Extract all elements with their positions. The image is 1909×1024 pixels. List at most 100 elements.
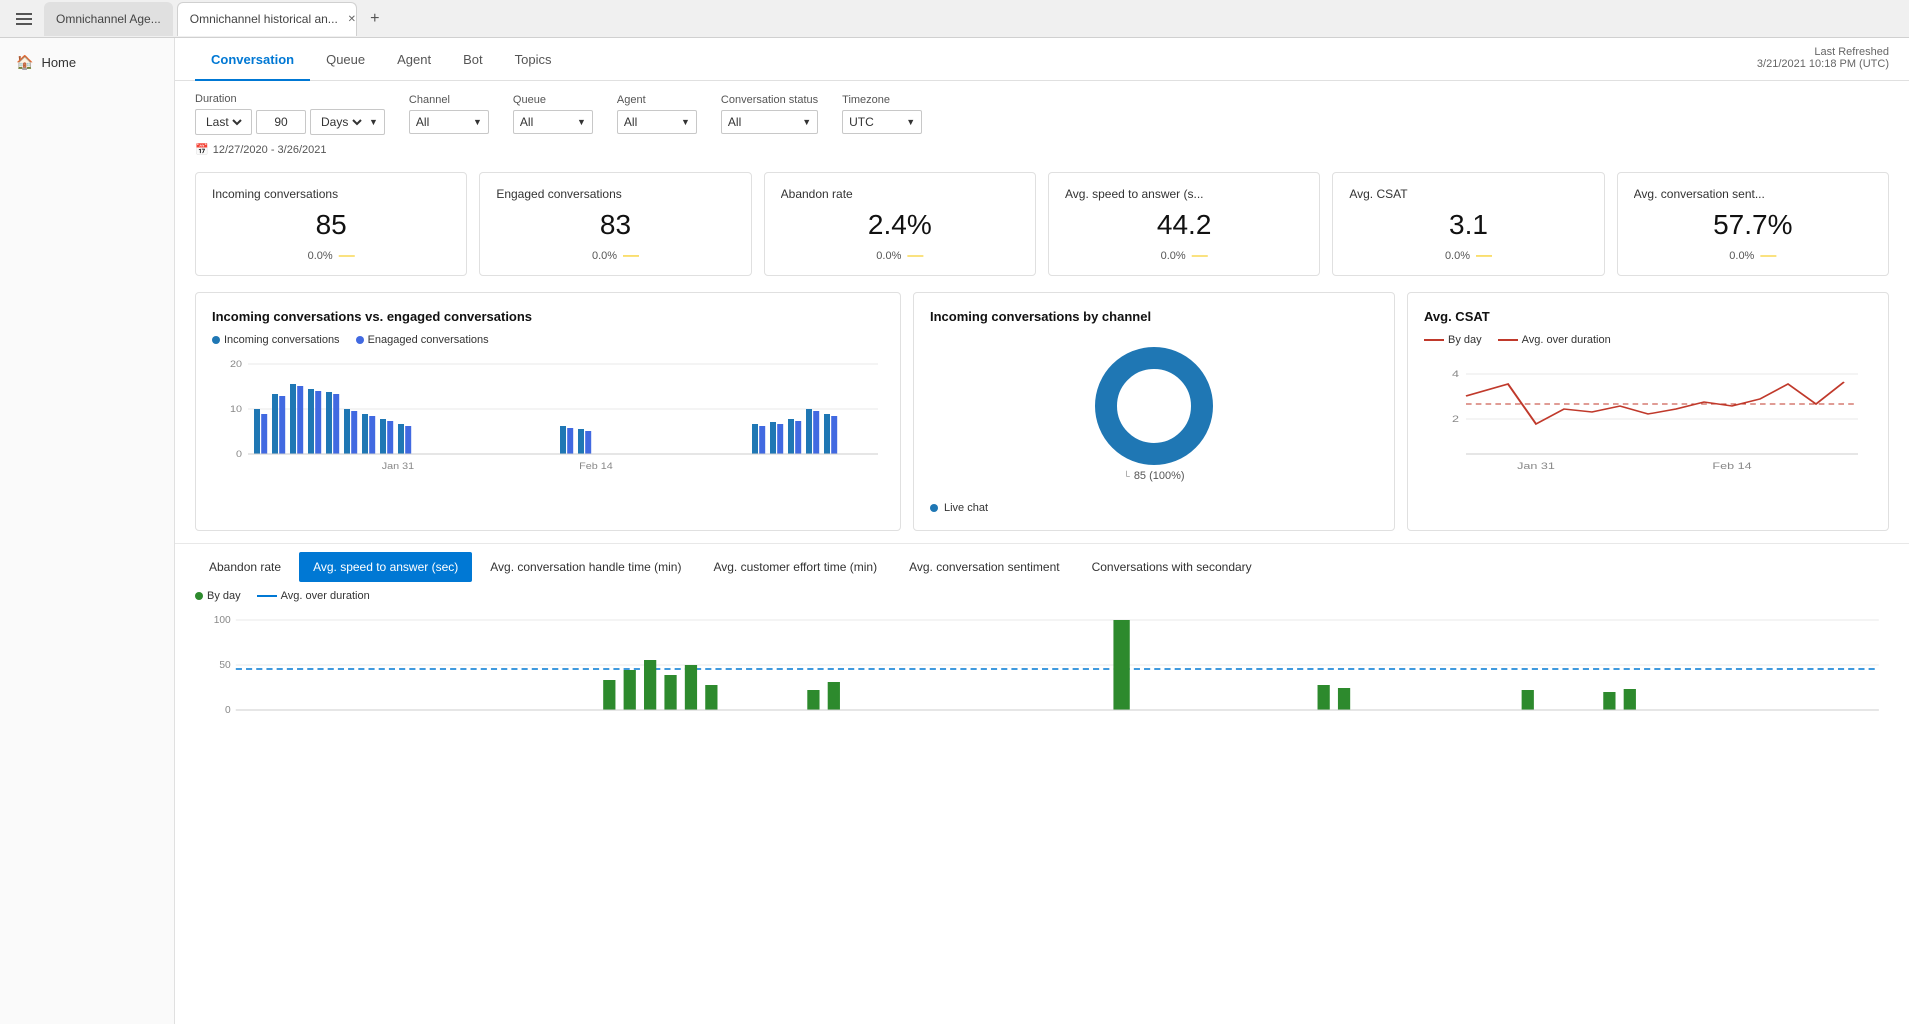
duration-unit-select[interactable]: Days ▼ [310, 109, 385, 135]
kpi-csat-dash: — [1476, 247, 1492, 265]
legend-bottom-dot [195, 592, 203, 600]
svg-text:Jan 31: Jan 31 [382, 462, 415, 472]
kpi-sentiment-change: 0.0% [1729, 250, 1754, 262]
queue-filter: Queue All ▼ [513, 94, 593, 134]
donut-svg [1094, 346, 1214, 466]
svg-text:100: 100 [214, 615, 231, 626]
svg-text:50: 50 [219, 660, 231, 671]
bottom-chart-svg: 100 50 0 [195, 610, 1889, 760]
agent-select[interactable]: All ▼ [617, 110, 697, 134]
kpi-incoming: Incoming conversations 85 0.0% — [195, 172, 467, 276]
tab-conversation[interactable]: Conversation [195, 38, 310, 81]
date-range-value: 12/27/2020 - 3/26/2021 [213, 144, 327, 156]
queue-select[interactable]: All ▼ [513, 110, 593, 134]
tab-bot[interactable]: Bot [447, 38, 499, 81]
bottom-tab-sentiment[interactable]: Avg. conversation sentiment [895, 552, 1074, 582]
menu-icon[interactable] [8, 3, 40, 35]
kpi-csat-title: Avg. CSAT [1349, 187, 1587, 201]
tab-agent[interactable]: Agent [381, 38, 447, 81]
kpi-sentiment-dash: — [1760, 247, 1776, 265]
legend-incoming-label: Incoming conversations [224, 334, 340, 346]
tab-omnichannel-historical[interactable]: Omnichannel historical an... ✕ [177, 2, 357, 36]
kpi-abandon: Abandon rate 2.4% 0.0% — [764, 172, 1036, 276]
tab-topics[interactable]: Topics [499, 38, 568, 81]
tab-label: Omnichannel Age... [56, 12, 161, 26]
kpi-abandon-dash: — [907, 247, 923, 265]
kpi-csat-change: 0.0% [1445, 250, 1470, 262]
timezone-label: Timezone [842, 94, 922, 106]
duration-unit-dropdown[interactable]: Days [317, 114, 365, 130]
kpi-incoming-dash: — [339, 247, 355, 265]
legend-avg-duration: Avg. over duration [1498, 334, 1611, 346]
kpi-speed: Avg. speed to answer (s... 44.2 0.0% — [1048, 172, 1320, 276]
queue-label: Queue [513, 94, 593, 106]
agent-value: All [624, 115, 677, 129]
channel-filter: Channel All ▼ [409, 94, 489, 134]
kpi-engaged-title: Engaged conversations [496, 187, 734, 201]
main-content: Conversation Queue Agent Bot Topics Last… [175, 38, 1909, 1024]
line-chart-svg: 4 2 Jan 31 Feb 14 [1424, 354, 1872, 484]
legend-incoming: Incoming conversations [212, 334, 340, 346]
timezone-select[interactable]: UTC ▼ [842, 110, 922, 134]
kpi-abandon-value: 2.4% [781, 209, 1019, 241]
kpi-incoming-title: Incoming conversations [212, 187, 450, 201]
calendar-icon: 📅 [195, 143, 209, 156]
bottom-tab-abandon[interactable]: Abandon rate [195, 552, 295, 582]
tab-omnichannel-agent[interactable]: Omnichannel Age... [44, 2, 173, 36]
bottom-tab-handle[interactable]: Avg. conversation handle time (min) [476, 552, 695, 582]
svg-text:Jan 31: Jan 31 [1517, 462, 1555, 472]
tab-label: Omnichannel historical an... [190, 12, 338, 26]
legend-engaged-label: Enagaged conversations [368, 334, 489, 346]
duration-label: Duration [195, 93, 385, 105]
kpi-engaged: Engaged conversations 83 0.0% — [479, 172, 751, 276]
legend-by-day-line [1424, 339, 1444, 341]
agent-filter: Agent All ▼ [617, 94, 697, 134]
bar-chart-legend: Incoming conversations Enagaged conversa… [212, 334, 884, 346]
line-chart: 4 2 Jan 31 Feb 14 [1424, 354, 1872, 484]
channel-select[interactable]: All ▼ [409, 110, 489, 134]
legend-avg-duration-label: Avg. over duration [1522, 334, 1611, 346]
conv-status-select[interactable]: All ▼ [721, 110, 818, 134]
kpi-abandon-footer: 0.0% — [781, 247, 1019, 265]
kpi-abandon-change: 0.0% [876, 250, 901, 262]
conv-status-label: Conversation status [721, 94, 818, 106]
chevron-down-icon: ▼ [802, 117, 811, 127]
queue-value: All [520, 115, 573, 129]
tab-queue[interactable]: Queue [310, 38, 381, 81]
svg-text:Feb 14: Feb 14 [579, 462, 613, 472]
kpi-speed-change: 0.0% [1161, 250, 1186, 262]
svg-text:0: 0 [225, 705, 231, 716]
donut-chart: └ 85 (100%) [930, 334, 1378, 494]
sidebar-item-home[interactable]: 🏠 Home [0, 46, 174, 79]
duration-period-select[interactable]: Last [195, 109, 252, 135]
duration-period-dropdown[interactable]: Last [202, 114, 245, 130]
kpi-speed-footer: 0.0% — [1065, 247, 1303, 265]
chevron-down-icon: ▼ [369, 117, 378, 127]
charts-row: Incoming conversations vs. engaged conve… [175, 284, 1909, 539]
line-chart-card: Avg. CSAT By day Avg. over duration [1407, 292, 1889, 531]
legend-by-day: By day [1424, 334, 1482, 346]
last-refreshed-value: 3/21/2021 10:18 PM (UTC) [1757, 58, 1889, 70]
conv-status-filter: Conversation status All ▼ [721, 94, 818, 134]
kpi-csat-value: 3.1 [1349, 209, 1587, 241]
bar-chart: 20 10 0 [212, 354, 884, 484]
svg-text:Feb 14: Feb 14 [1712, 462, 1751, 472]
add-tab-button[interactable]: + [361, 5, 389, 33]
duration-filter: Duration Last Days ▼ [195, 93, 385, 135]
last-refreshed-panel: Last Refreshed 3/21/2021 10:18 PM (UTC) [1757, 46, 1889, 70]
kpi-csat: Avg. CSAT 3.1 0.0% — [1332, 172, 1604, 276]
close-tab-icon[interactable]: ✕ [344, 11, 357, 27]
agent-label: Agent [617, 94, 697, 106]
legend-engaged-dot [356, 336, 364, 344]
donut-legend: Live chat [930, 502, 1378, 514]
chevron-down-icon: ▼ [906, 117, 915, 127]
bottom-tabs-bar: Abandon rate Avg. speed to answer (sec) … [175, 543, 1909, 582]
bottom-tab-speed[interactable]: Avg. speed to answer (sec) [299, 552, 472, 582]
legend-bottom-by-day-label: By day [207, 590, 241, 602]
duration-number-input[interactable] [256, 110, 306, 134]
donut-center-label: └ [1123, 471, 1129, 481]
svg-text:20: 20 [230, 360, 243, 370]
bottom-tab-secondary[interactable]: Conversations with secondary [1078, 552, 1266, 582]
donut-chart-card: Incoming conversations by channel └ 85 (… [913, 292, 1395, 531]
bottom-tab-effort[interactable]: Avg. customer effort time (min) [699, 552, 891, 582]
